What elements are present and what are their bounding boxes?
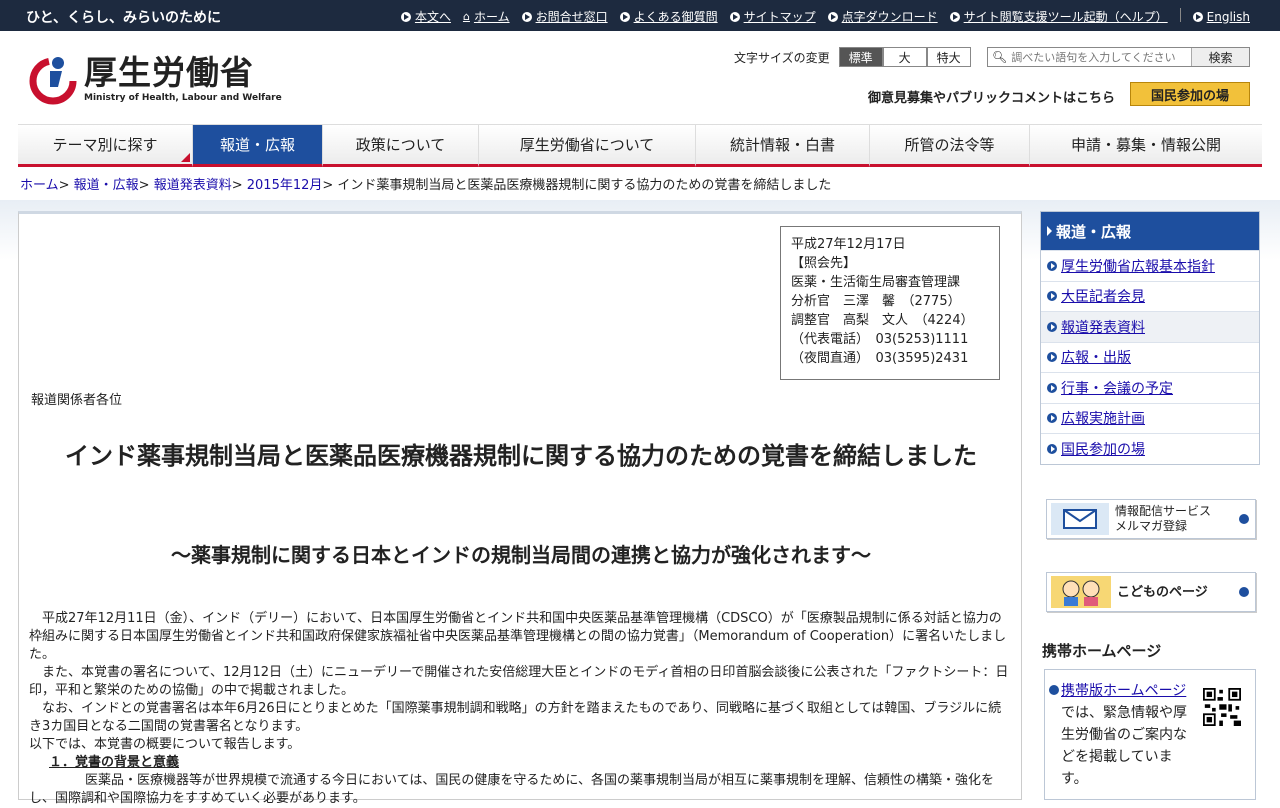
public-participation-button[interactable]: 国民参加の場	[1130, 82, 1250, 106]
top-link-contact[interactable]: お問合せ窓口	[521, 8, 608, 25]
paragraph: なお、インドとの覚書署名は本年6月26日にとりまとめた「国際薬事規制調和戦略」の…	[29, 701, 1002, 734]
nav-applications[interactable]: 申請・募集・情報公開	[1030, 125, 1262, 167]
top-link-faq[interactable]: よくある御質問	[619, 8, 718, 25]
kids-icon	[1051, 576, 1111, 608]
search-box: 🔍︎ 検索	[987, 47, 1250, 67]
sidebar-item-pr-plan[interactable]: 広報実施計画	[1041, 402, 1259, 434]
top-link-skip[interactable]: 本文へ	[400, 8, 451, 25]
mobile-site-heading: 携帯ホームページ	[1042, 642, 1162, 660]
breadcrumb-month[interactable]: 2015年12月	[247, 178, 323, 193]
kids-page-banner[interactable]: こどものページ	[1046, 572, 1256, 612]
paragraph: また、本覚書の署名について、12月12日（土）にニューデリーで開催された安倍総理…	[29, 665, 1009, 698]
mobile-site-link[interactable]: 携帯版ホームページ	[1061, 683, 1186, 699]
top-link-braille[interactable]: 点字ダウンロード	[827, 8, 938, 25]
arrow-circle-icon	[1047, 413, 1057, 424]
sidebar-item-publications[interactable]: 広報・出版	[1041, 341, 1259, 373]
search-button[interactable]: 検索	[1191, 48, 1249, 66]
sidebar: 報道・広報 厚生労働省広報基本指針 大臣記者会見 報道発表資料 広報・出版 行事…	[1040, 211, 1260, 465]
arrow-icon	[1047, 226, 1052, 236]
paragraph: 医薬品・医療機器等が世界規模で流通する今日においては、国民の健康を守るために、各…	[29, 773, 994, 806]
nav-statistics[interactable]: 統計情報・白書	[696, 125, 870, 167]
house-icon: ⌂	[462, 10, 470, 23]
paragraph: 以下では、本覚書の概要について報告します。	[29, 737, 301, 752]
page-subtitle: ～薬事規制に関する日本とインドの規制当局間の連携と協力が強化されます～	[171, 543, 871, 567]
divider	[1179, 8, 1181, 22]
arrow-circle-icon	[400, 11, 411, 22]
nav-press[interactable]: 報道・広報	[193, 125, 323, 167]
mobile-site-box: 携帯版ホームページでは、緊急情報や厚生労働省のご案内などを掲載しています。	[1044, 669, 1256, 800]
nav-about[interactable]: 厚生労働省について	[479, 125, 696, 167]
dropdown-corner-icon	[181, 153, 190, 162]
ministry-logo-icon	[28, 53, 78, 105]
breadcrumb-releases[interactable]: 報道発表資料	[154, 178, 232, 193]
top-link-sitemap[interactable]: サイトマップ	[729, 8, 816, 25]
breadcrumb-current: インド薬事規制当局と医薬品医療機器規制に関する協力のための覚書を締結しました	[337, 178, 832, 193]
sidebar-item-pr-policy[interactable]: 厚生労働省広報基本指針	[1041, 250, 1259, 281]
breadcrumb-press[interactable]: 報道・広報	[74, 178, 139, 193]
top-link-english[interactable]: English	[1192, 8, 1250, 25]
contact-box: 平成27年12月17日 【照会先】 医薬・生活衛生局審査管理課 分析官 三澤 馨…	[780, 226, 1000, 380]
mail-magazine-label: 情報配信サービス メルマガ登録	[1115, 504, 1212, 533]
section-heading: １．覚書の背景と意義	[49, 755, 180, 770]
search-icon: 🔍︎	[992, 50, 1008, 64]
nav-policy[interactable]: 政策について	[323, 125, 479, 167]
font-size-large[interactable]: 大	[882, 47, 927, 67]
qr-code-icon	[1203, 688, 1241, 726]
kids-page-label: こどものページ	[1117, 584, 1208, 600]
sidebar-heading: 報道・広報	[1041, 212, 1259, 250]
global-nav: テーマ別に探す 報道・広報 政策について 厚生労働省について 統計情報・白書 所…	[18, 124, 1262, 167]
breadcrumb: ホーム> 報道・広報> 報道発表資料> 2015年12月> インド薬事規制当局と…	[20, 178, 832, 193]
slogan: ひと、くらし、みらいのために	[26, 10, 222, 26]
arrow-circle-icon	[1049, 685, 1059, 695]
sidebar-item-participation[interactable]: 国民参加の場	[1041, 433, 1259, 464]
mail-magazine-banner[interactable]: 情報配信サービス メルマガ登録	[1046, 499, 1256, 539]
nav-laws[interactable]: 所管の法令等	[870, 125, 1030, 167]
sidebar-item-press-conference[interactable]: 大臣記者会見	[1041, 280, 1259, 312]
top-bar: ひと、くらし、みらいのために 本文へ ⌂ ホーム お問合せ窓口 よくある御質問 サ…	[0, 0, 1280, 31]
article-content: 平成27年12月17日 【照会先】 医薬・生活衛生局審査管理課 分析官 三澤 馨…	[18, 211, 1022, 806]
font-size-standard[interactable]: 標準	[838, 47, 883, 67]
arrow-circle-icon	[1047, 321, 1057, 332]
arrow-circle-icon	[1047, 382, 1057, 393]
top-link-accessibility[interactable]: サイト閲覧支援ツール起動（ヘルプ）	[949, 8, 1168, 25]
arrow-circle-icon	[949, 11, 960, 22]
logo-title: 厚生労働省	[84, 53, 254, 92]
font-size-label: 文字サイズの変更	[734, 50, 830, 65]
top-links: 本文へ ⌂ ホーム お問合せ窓口 よくある御質問 サイトマップ 点字ダウンロード …	[389, 8, 1250, 25]
top-link-home[interactable]: ⌂ ホーム	[463, 8, 510, 25]
arrow-circle-icon	[1047, 260, 1057, 271]
arrow-circle-icon	[827, 11, 838, 22]
site-logo[interactable]: 厚生労働省 Ministry of Health, Labour and Wel…	[28, 53, 282, 105]
envelope-icon	[1051, 503, 1109, 535]
addressee: 報道関係者各位	[31, 393, 123, 408]
sidebar-item-press-releases[interactable]: 報道発表資料	[1041, 311, 1259, 342]
page-title: インド薬事規制当局と医薬品医療機器規制に関する協力のための覚書を締結しました	[65, 442, 977, 470]
breadcrumb-home[interactable]: ホーム	[20, 178, 59, 193]
public-comment-text: 御意見募集やパブリックコメントはこちら	[868, 91, 1116, 106]
arrow-circle-icon	[1239, 514, 1249, 524]
arrow-circle-icon	[521, 11, 532, 22]
font-size-switcher: 文字サイズの変更 標準 大 特大	[734, 47, 971, 67]
search-input[interactable]	[1011, 50, 1202, 64]
paragraph: 平成27年12月11日（金）、インド（デリー）において、日本国厚生労働省とインド…	[29, 611, 1007, 662]
mobile-site-text: では、緊急情報や厚生労働省のご案内などを掲載しています。	[1061, 705, 1187, 787]
arrow-circle-icon	[1047, 352, 1057, 363]
article-body: 平成27年12月11日（金）、インド（デリー）において、日本国厚生労働省とインド…	[29, 610, 1009, 808]
nav-theme[interactable]: テーマ別に探す	[18, 125, 193, 167]
logo-subtitle: Ministry of Health, Labour and Welfare	[84, 93, 282, 103]
arrow-circle-icon	[1047, 291, 1057, 302]
font-size-xlarge[interactable]: 特大	[926, 47, 971, 67]
arrow-circle-icon	[619, 11, 630, 22]
arrow-circle-icon	[1239, 587, 1249, 597]
arrow-circle-icon	[1192, 11, 1203, 22]
sidebar-item-events[interactable]: 行事・会議の予定	[1041, 372, 1259, 403]
sidebar-menu: 報道・広報 厚生労働省広報基本指針 大臣記者会見 報道発表資料 広報・出版 行事…	[1040, 211, 1260, 465]
site-header: 厚生労働省 Ministry of Health, Labour and Wel…	[0, 31, 1280, 124]
arrow-circle-icon	[1047, 443, 1057, 454]
arrow-circle-icon	[729, 11, 740, 22]
